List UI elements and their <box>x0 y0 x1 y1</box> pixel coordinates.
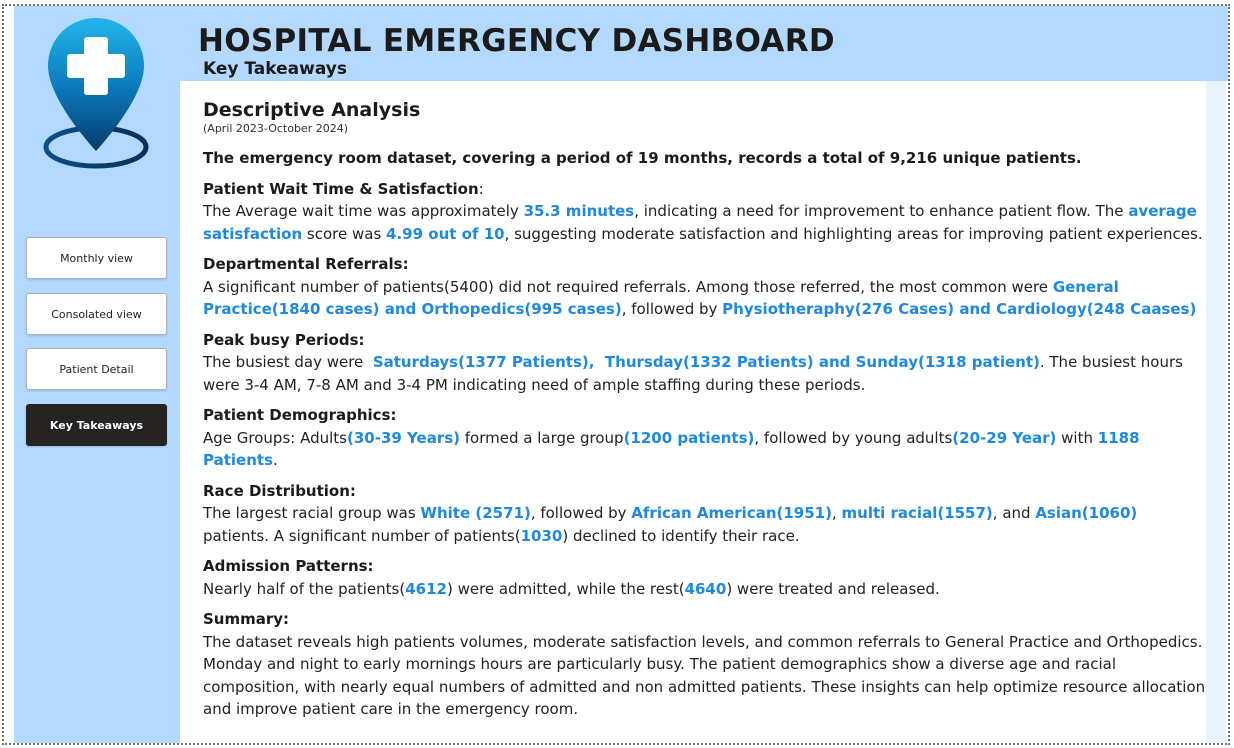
right-margin-strip <box>1206 81 1226 743</box>
patient-detail-button[interactable]: Patient Detail <box>26 348 167 390</box>
summary-title: Summary: <box>203 610 290 628</box>
summary-section: Summary: The dataset reveals high patien… <box>203 608 1206 721</box>
admission-section: Admission Patterns: Nearly half of the p… <box>203 555 1206 600</box>
summary-text: The dataset reveals high patients volume… <box>203 632 1206 719</box>
monthly-view-button[interactable]: Monthly view <box>26 237 167 279</box>
wait-time-text: The Average wait time was approximately … <box>203 202 1203 243</box>
race-text: The largest racial group was White (2571… <box>203 504 1138 545</box>
analysis-heading: Descriptive Analysis <box>203 99 421 121</box>
peak-periods-text: The busiest day were Saturdays(1377 Pati… <box>203 353 1183 394</box>
peak-periods-section: Peak busy Periods: The busiest day were … <box>203 329 1206 397</box>
race-section: Race Distribution: The largest racial gr… <box>203 480 1206 548</box>
referrals-section: Departmental Referrals: A significant nu… <box>203 253 1206 321</box>
intro-statement: The emergency room dataset, covering a p… <box>203 149 1082 167</box>
sidebar: Monthly view Consolated view Patient Det… <box>14 6 180 743</box>
demographics-section: Patient Demographics: Age Groups: Adults… <box>203 404 1206 472</box>
medical-location-pin-icon <box>28 14 164 174</box>
date-range: (April 2023-October 2024) <box>203 122 349 135</box>
demographics-text: Age Groups: Adults(30-39 Years) formed a… <box>203 428 1140 470</box>
takeaways-panel: Descriptive Analysis (April 2023-October… <box>198 92 1206 743</box>
demographics-title: Patient Demographics: <box>203 406 397 424</box>
race-title: Race Distribution: <box>203 481 356 500</box>
referrals-title: Departmental Referrals: <box>203 255 409 273</box>
consolated-view-button[interactable]: Consolated view <box>26 293 167 335</box>
wait-time-section: Patient Wait Time & Satisfaction: The Av… <box>203 178 1206 246</box>
wait-time-title: Patient Wait Time & Satisfaction: <box>203 179 484 198</box>
peak-periods-title: Peak busy Periods: <box>203 330 365 349</box>
dashboard-title: HOSPITAL EMERGENCY DASHBOARD <box>198 23 835 59</box>
admission-title: Admission Patterns: <box>203 557 374 575</box>
referrals-text: A significant number of patients(5400) d… <box>203 277 1197 319</box>
admission-text: Nearly half of the patients(4612) were a… <box>203 579 940 598</box>
dashboard-frame: Monthly view Consolated view Patient Det… <box>2 4 1230 745</box>
key-takeaways-button[interactable]: Key Takeaways <box>26 404 167 446</box>
page-subtitle: Key Takeaways <box>203 59 347 79</box>
